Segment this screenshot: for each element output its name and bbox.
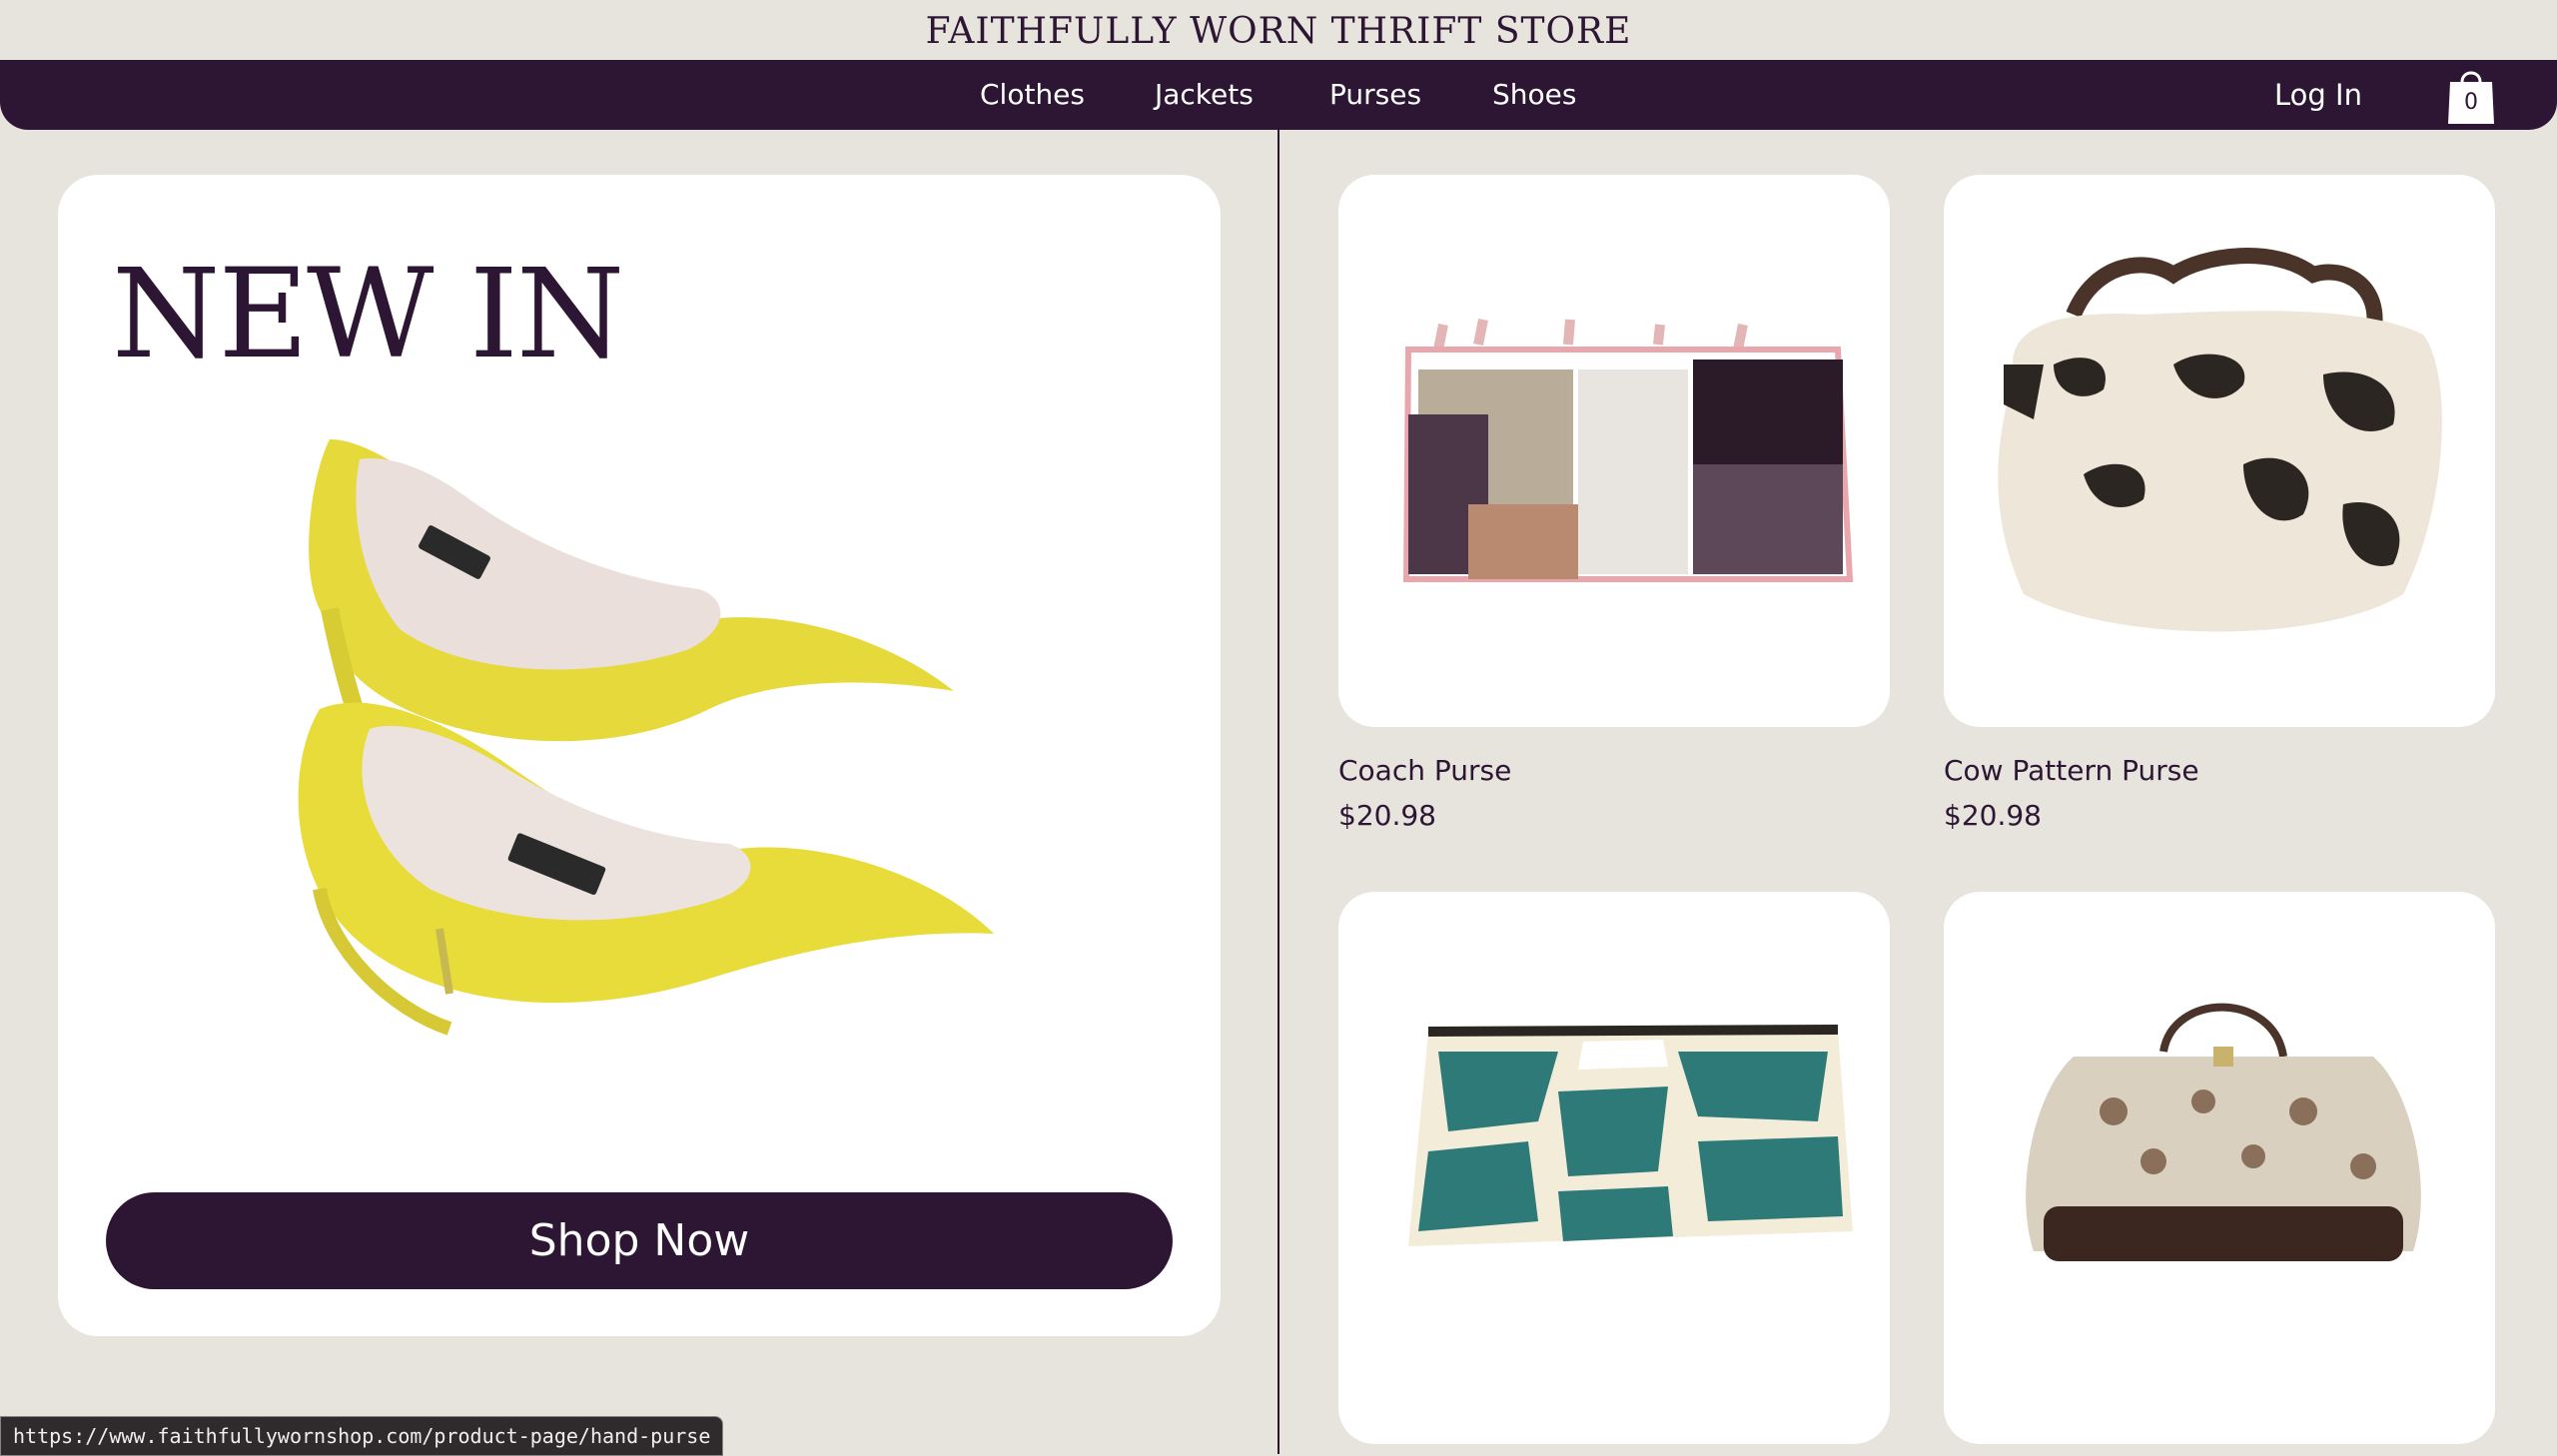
nav-purses[interactable]: Purses — [1329, 60, 1421, 130]
hand-purse-image — [2026, 1003, 2421, 1261]
store-title[interactable]: FAITHFULLY WORN THRIFT STORE — [0, 0, 2557, 60]
cart-count: 0 — [2464, 90, 2478, 115]
nav-shoes[interactable]: Shoes — [1492, 60, 1576, 130]
nav-clothes[interactable]: Clothes — [980, 60, 1085, 130]
product-price: $20.98 — [1944, 799, 2042, 832]
login-link[interactable]: Log In — [2274, 60, 2362, 130]
product-image-hand-purse[interactable] — [1944, 892, 2495, 1444]
product-image-cow-pattern-purse[interactable] — [1944, 175, 2495, 727]
product-name[interactable]: Cow Pattern Purse — [1944, 754, 2199, 787]
giraffe-purse-image — [1408, 1025, 1853, 1246]
status-bar-url: https://www.faithfullywornshop.com/produ… — [0, 1416, 724, 1456]
product-name[interactable]: Coach Purse — [1338, 754, 1511, 787]
cart-button[interactable]: 0 — [2446, 64, 2496, 126]
shop-now-button[interactable]: Shop Now — [106, 1192, 1173, 1289]
nav-jackets[interactable]: Jackets — [1155, 60, 1254, 130]
main-navbar: Clothes Jackets Purses Shoes Log In — [0, 60, 2557, 130]
product-image-coach-purse[interactable] — [1338, 175, 1890, 727]
new-in-heading: NEW IN — [112, 243, 624, 386]
cow-purse-image — [1998, 248, 2442, 632]
column-divider — [1278, 130, 1279, 1454]
yellow-heels-image[interactable] — [290, 409, 1029, 1079]
product-price: $20.98 — [1338, 799, 1436, 832]
product-image-giraffe-purse[interactable] — [1338, 892, 1890, 1444]
coach-purse-image — [1402, 319, 1854, 582]
